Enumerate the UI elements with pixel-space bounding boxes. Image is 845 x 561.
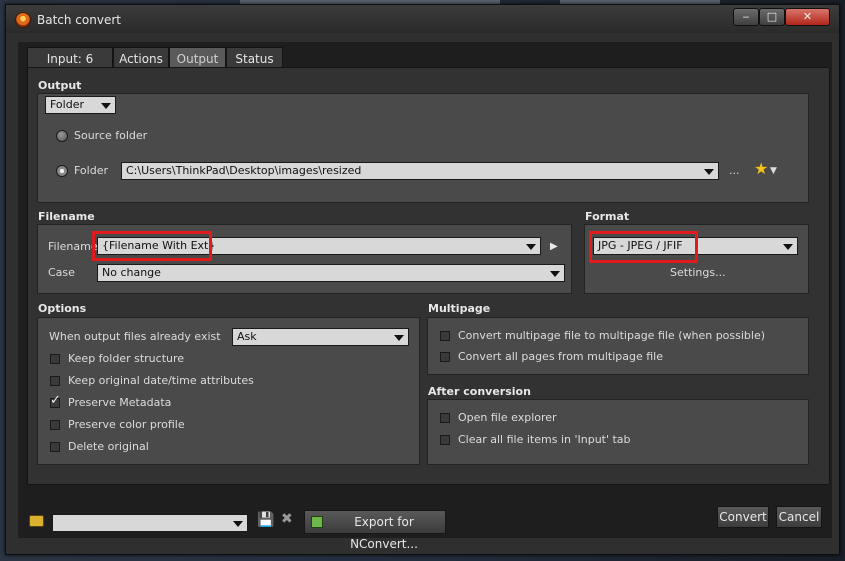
chevron-down-icon [101,103,111,109]
folder-path-combo[interactable]: C:\Users\ThinkPad\Desktop\images\resized [121,162,719,180]
clear-input-items-label: Clear all file items in 'Input' tab [458,433,631,446]
when-exist-label: When output files already exist [49,330,221,343]
when-exist-select[interactable]: Ask [232,328,409,346]
app-icon [15,12,31,28]
format-settings-link[interactable]: Settings... [670,266,726,279]
after-conversion-section-label: After conversion [428,385,531,398]
minimize-button[interactable]: ‒ [733,8,759,26]
case-value: No change [102,266,161,279]
keep-folder-structure-checkbox[interactable] [50,354,60,364]
browse-folder-button[interactable]: ... [729,164,740,177]
source-folder-label: Source folder [74,129,148,142]
format-highlight-box [589,231,698,263]
keep-folder-structure-label: Keep folder structure [68,352,185,365]
case-select[interactable]: No change [97,264,565,282]
title-bar: Batch convert ‒ □ ✕ [6,5,839,33]
filename-highlight-box [92,231,212,261]
preserve-color-profile-checkbox[interactable] [50,420,60,430]
source-folder-radio[interactable] [56,130,68,142]
preserve-metadata-checkbox[interactable]: ✓ [50,394,61,408]
folder-radio[interactable] [56,165,68,177]
maximize-button[interactable]: □ [759,8,785,26]
multipage-group [427,317,809,375]
close-button[interactable]: ✕ [785,8,830,26]
favorites-star-icon[interactable]: ★ [754,161,768,177]
filename-label: Filename [48,240,98,253]
preserve-color-profile-label: Preserve color profile [68,418,185,431]
tab-status[interactable]: Status [226,47,283,69]
tab-actions[interactable]: Actions [113,47,169,69]
folder-path-value: C:\Users\ThinkPad\Desktop\images\resized [126,164,362,177]
delete-original-label: Delete original [68,440,149,453]
insert-variable-arrow-icon[interactable]: ▶ [550,240,558,253]
multipage-to-multipage-label: Convert multipage file to multipage file… [458,329,766,342]
preserve-metadata-label: Preserve Metadata [68,396,172,409]
multipage-to-multipage-checkbox[interactable] [440,331,450,341]
chevron-down-icon [394,335,404,341]
chevron-down-icon [233,521,243,527]
window-title: Batch convert [37,13,121,27]
folder-label: Folder [74,164,108,177]
multipage-section-label: Multipage [428,302,491,315]
convert-button[interactable]: Convert [717,506,769,528]
clear-input-items-checkbox[interactable] [440,435,450,445]
preset-select[interactable] [52,514,248,532]
tab-output[interactable]: Output [169,47,226,69]
cancel-button[interactable]: Cancel [776,506,822,528]
keep-date-time-checkbox[interactable] [50,376,60,386]
convert-all-pages-checkbox[interactable] [440,352,450,362]
after-conversion-group [427,399,809,465]
output-group [37,93,809,203]
output-mode-value: Folder [50,98,84,111]
case-label: Case [48,266,75,279]
chevron-down-icon [783,244,793,250]
checkmark-icon: ✓ [50,393,61,408]
open-file-explorer-label: Open file explorer [458,411,557,424]
keep-date-time-label: Keep original date/time attributes [68,374,254,387]
export-nconvert-label: Export for NConvert... [350,515,418,551]
export-icon [311,516,323,528]
filename-section-label: Filename [38,210,95,223]
delete-preset-icon[interactable]: ✖ [281,512,293,526]
output-section-label: Output [38,79,82,92]
save-preset-icon[interactable]: 💾 [257,513,274,527]
chevron-down-icon [704,169,714,175]
options-section-label: Options [38,302,87,315]
tab-input[interactable]: Input: 6 file(s) [27,47,113,88]
favorites-dropdown-icon[interactable]: ▼ [770,165,777,178]
when-exist-value: Ask [237,330,257,343]
chevron-down-icon [526,244,536,250]
open-file-explorer-checkbox[interactable] [440,413,450,423]
open-preset-folder-icon[interactable] [29,515,44,527]
export-nconvert-button[interactable]: Export for NConvert... [304,510,446,551]
delete-original-checkbox[interactable] [50,442,60,452]
output-mode-select[interactable]: Folder [45,96,116,114]
chevron-down-icon [550,271,560,277]
format-section-label: Format [585,210,630,223]
convert-all-pages-label: Convert all pages from multipage file [458,350,663,363]
